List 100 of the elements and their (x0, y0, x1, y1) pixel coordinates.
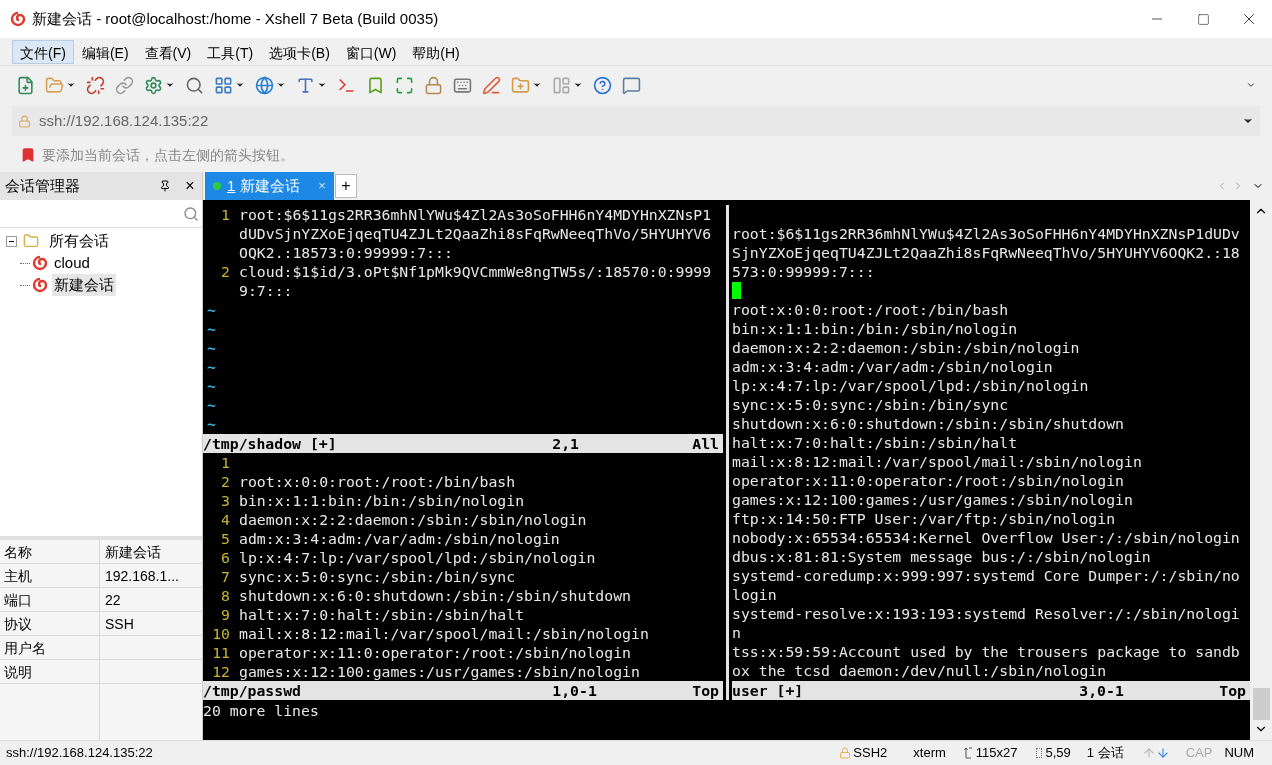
settings-icon[interactable] (144, 75, 163, 95)
text-line: ftp:x:14:50:FTP User:/var/ftp:/sbin/nologin (732, 510, 1116, 527)
chat-icon[interactable] (622, 75, 641, 95)
new-tab-button[interactable]: + (334, 174, 357, 198)
session-tab[interactable]: 1 新建会话 × (205, 172, 334, 200)
address-bar[interactable]: ssh://192.168.124.135:22 (12, 106, 1260, 136)
command-line: 20 more lines (203, 702, 319, 719)
search-icon[interactable] (185, 75, 204, 95)
caret-icon[interactable] (235, 80, 245, 90)
text-line: sync:x:5:0:sync:/sbin:/bin/sync (732, 396, 1009, 413)
help-icon[interactable] (593, 75, 612, 95)
maximize-icon[interactable] (1196, 12, 1210, 26)
caret-icon[interactable] (1246, 80, 1256, 90)
status-terminal: xterm (913, 744, 946, 763)
text-line: root:$6$11gs2RR36mhNlYWu$4Zl2As3oSoFHH6nY4MDYHnXZNsP1 (239, 205, 712, 224)
caret-icon[interactable] (165, 80, 175, 90)
tilde-marker: ~ (207, 339, 216, 356)
menu-item[interactable]: 编辑(E) (73, 39, 137, 64)
fullscreen-icon[interactable] (395, 75, 414, 95)
menu-item[interactable]: 工具(T) (199, 39, 262, 64)
globe-icon[interactable] (255, 75, 274, 95)
cursor-position: 3,0-1 (1079, 681, 1125, 700)
menu-item[interactable]: 帮助(H) (404, 39, 468, 64)
menu-item[interactable]: 查看(V) (136, 39, 200, 64)
pin-icon[interactable] (159, 180, 171, 192)
text-line: tss:x:59:59:Account used by the trousers package to sandb (732, 643, 1240, 660)
cursor-icon (1035, 748, 1042, 758)
line-number: 1 (221, 206, 230, 223)
tilde-marker: ~ (207, 320, 216, 337)
collapse-toggle[interactable] (6, 235, 17, 247)
address-field[interactable]: ssh://192.168.124.135:22 (39, 109, 1242, 133)
text-line: shutdown:x:6:0:shutdown:/sbin:/sbin/shutdown (732, 415, 1124, 432)
tree-item[interactable]: 所有会话 (47, 229, 111, 253)
text-line: root:$6$11gs2RR36mhNlYWu$4Zl2As3oSoFHH6nY4MDYHnXZNsP1dUDv (732, 225, 1240, 242)
property-value: 新建会话 (105, 544, 161, 560)
property-value: 22 (105, 592, 121, 608)
tree-item[interactable]: 新建会话 (52, 273, 116, 297)
font-icon[interactable] (296, 75, 315, 95)
text-line: adm:x:3:4:adm:/var/adm:/sbin/nologin (239, 528, 560, 548)
text-line: daemon:x:2:2:daemon:/sbin:/sbin/nologin (239, 509, 587, 529)
pen-icon[interactable] (482, 75, 501, 95)
property-name: 主机 (4, 568, 32, 584)
tree-item[interactable]: cloud (52, 251, 92, 275)
broken-link-icon[interactable] (86, 75, 105, 95)
resize-icon (963, 747, 973, 759)
caret-icon[interactable] (573, 80, 583, 90)
panel-title: 会话管理器 (5, 175, 81, 196)
spiral-icon (32, 277, 48, 293)
text-line: games:x:12:100:games:/usr/games:/sbin/nologin (239, 661, 640, 681)
status-protocol: SSH2 (853, 744, 888, 763)
bookmark-icon[interactable] (366, 75, 385, 95)
status-address: ssh://192.168.124.135:22 (6, 744, 153, 763)
line-number: 8 (221, 586, 230, 604)
status-size: 115x27 (975, 744, 1018, 763)
cursor-block (732, 282, 741, 299)
window-title: 新建会话 - root@localhost:/home - Xshell 7 Beta (Build 0035) (32, 8, 439, 29)
caret-icon[interactable] (276, 80, 286, 90)
menu-item[interactable]: 窗口(W) (337, 39, 405, 64)
menu-item[interactable]: 文件(F) (12, 39, 74, 64)
scroll-position: Top (692, 681, 719, 700)
key-indicator: NUM (1224, 744, 1254, 763)
app-logo-icon (10, 11, 26, 27)
line-number: 1 (221, 453, 230, 471)
caret-icon[interactable] (66, 80, 76, 90)
property-value: 192.168.1... (105, 568, 179, 584)
property-name: 说明 (4, 664, 32, 680)
caret-icon[interactable] (532, 80, 542, 90)
scroll-position: Top (1219, 681, 1246, 700)
caret-icon[interactable] (317, 80, 327, 90)
panel-close-button[interactable]: × (183, 178, 197, 194)
text-line: OQK2.:18573:0:99999:7::: (239, 243, 453, 262)
text-line: SjnYZXoEjqeqTU4ZJLt2QaaZhi8sFqRwNeeqThVo/5HYUHYV6OQK2.:18 (732, 244, 1240, 261)
menu-item[interactable]: 选项卡(B) (261, 39, 338, 64)
tilde-marker: ~ (207, 358, 216, 375)
line-number: 9 (221, 605, 230, 623)
terminal[interactable] (203, 200, 1250, 740)
key-indicator: CAP (1185, 744, 1213, 763)
cursor-position: 2,1 (552, 433, 580, 453)
folder-icon (23, 233, 39, 249)
text-line: operator:x:11:0:operator:/root:/sbin/nologin (732, 472, 1124, 489)
keyboard-icon[interactable] (453, 75, 472, 95)
property-value: SSH (105, 616, 134, 632)
link-icon[interactable] (115, 75, 134, 95)
text-line: lp:x:4:7:lp:/var/spool/lpd:/sbin/nologin (732, 377, 1089, 394)
text-line: systemd-coredump:x:999:997:systemd Core Dumper:/:/sbin/no (732, 567, 1240, 584)
text-line: adm:x:3:4:adm:/var/adm:/sbin/nologin (732, 358, 1053, 375)
lock-icon[interactable] (424, 75, 443, 95)
spiral-icon (32, 255, 48, 271)
new-session-icon[interactable] (16, 75, 35, 95)
tilde-marker: ~ (207, 301, 216, 318)
line-number: 2 (221, 472, 230, 490)
status-cursor: 5,59 (1045, 744, 1071, 763)
scroll-thumb[interactable] (1252, 688, 1270, 720)
layout-icon[interactable] (214, 75, 233, 95)
text-line: dbus:x:81:81:System message bus:/:/sbin/nologin (732, 548, 1151, 565)
line-number: 12 (212, 662, 230, 680)
text-line: lp:x:4:7:lp:/var/spool/lpd:/sbin/nologin (239, 547, 596, 567)
text-line: n (732, 624, 741, 641)
text-line: operator:x:11:0:operator:/root:/sbin/nologin (239, 642, 631, 662)
text-line: dUDvSjnYZXoEjqeqTU4ZJLt2QaaZhi8sFqRwNeeqThVo/5HYUHYV6 (239, 224, 712, 243)
